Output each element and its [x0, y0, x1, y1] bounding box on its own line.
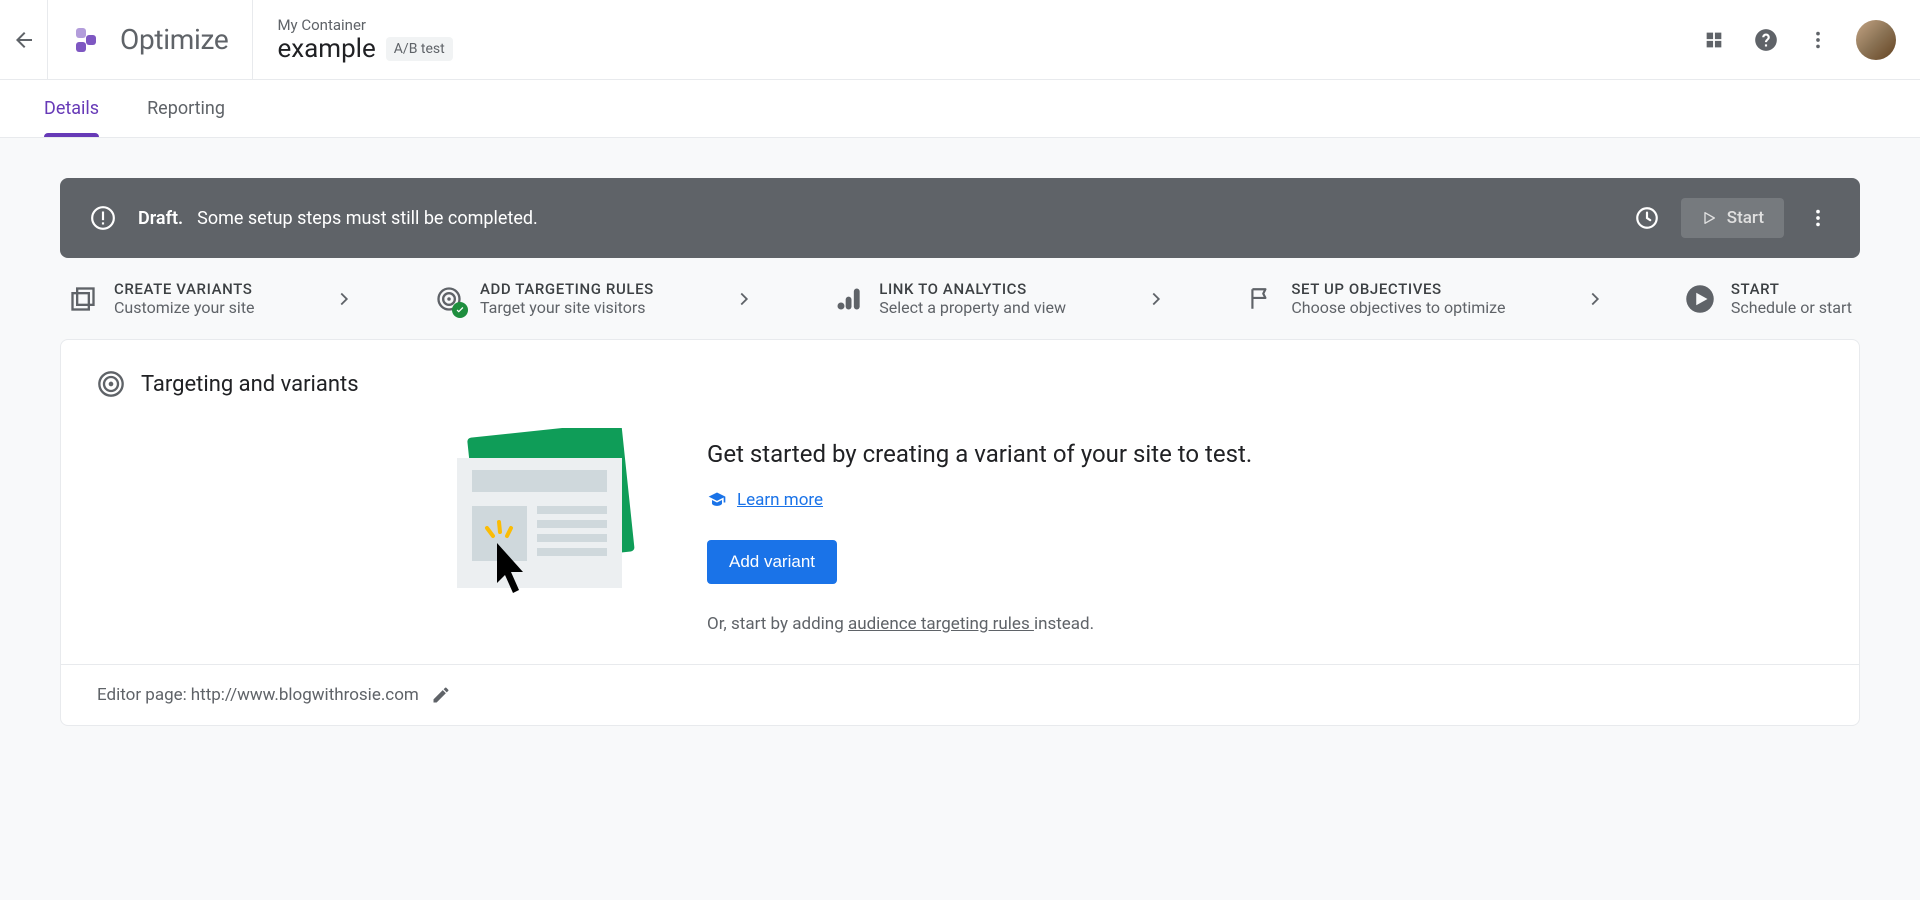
card-headline: Get started by creating a variant of you…	[707, 440, 1252, 468]
step-sub: Customize your site	[114, 298, 255, 317]
step-targeting-rules[interactable]: ADD TARGETING RULES Target your site vis…	[434, 280, 654, 317]
alert-icon	[88, 203, 118, 233]
learn-more-label: Learn more	[737, 490, 823, 510]
container-name[interactable]: My Container	[277, 16, 452, 34]
learn-more-link[interactable]: Learn more	[707, 490, 1252, 510]
step-title: CREATE VARIANTS	[114, 280, 255, 298]
main-content: Draft. Some setup steps must still be co…	[0, 138, 1920, 900]
variant-illustration	[437, 428, 637, 598]
chevron-right-icon	[1584, 288, 1606, 310]
step-start[interactable]: START Schedule or start	[1685, 280, 1852, 317]
target-icon	[434, 284, 464, 314]
target-icon	[97, 370, 125, 398]
editor-page-label: Editor page:	[97, 685, 187, 705]
clock-icon	[1634, 205, 1660, 231]
step-sub: Schedule or start	[1731, 298, 1852, 317]
editor-page-url: http://www.blogwithrosie.com	[191, 685, 419, 705]
alt-text: Or, start by adding audience targeting r…	[707, 614, 1252, 634]
variants-icon	[68, 284, 98, 314]
more-vert-icon	[1807, 207, 1829, 229]
step-title: START	[1731, 280, 1852, 298]
product-logo[interactable]: Optimize	[48, 0, 253, 80]
edit-editor-page-button[interactable]	[431, 685, 451, 705]
avatar[interactable]	[1856, 20, 1896, 60]
tab-details[interactable]: Details	[44, 80, 99, 137]
status-banner: Draft. Some setup steps must still be co…	[60, 178, 1860, 258]
chevron-right-icon	[333, 288, 355, 310]
product-name: Optimize	[120, 23, 228, 56]
card-footer: Editor page: http://www.blogwithrosie.co…	[61, 664, 1859, 725]
help-icon	[1753, 27, 1779, 53]
step-sub: Select a property and view	[879, 298, 1066, 317]
start-button[interactable]: Start	[1681, 198, 1784, 238]
checkmark-icon	[452, 302, 468, 318]
step-title: ADD TARGETING RULES	[480, 280, 654, 298]
chevron-right-icon	[1145, 288, 1167, 310]
banner-more-button[interactable]	[1804, 204, 1832, 232]
play-icon	[1701, 210, 1717, 226]
card-title: Targeting and variants	[141, 372, 359, 397]
targeting-card: Targeting and variants	[60, 339, 1860, 726]
step-link-analytics[interactable]: LINK TO ANALYTICS Select a property and …	[833, 280, 1066, 317]
setup-steps: CREATE VARIANTS Customize your site ADD …	[60, 258, 1860, 339]
step-sub: Choose objectives to optimize	[1291, 298, 1505, 317]
arrow-back-icon	[12, 28, 36, 52]
pencil-icon	[431, 685, 451, 705]
graduation-icon	[707, 490, 727, 510]
analytics-icon	[833, 284, 863, 314]
step-create-variants[interactable]: CREATE VARIANTS Customize your site	[68, 280, 255, 317]
tab-reporting[interactable]: Reporting	[147, 80, 225, 137]
card-header: Targeting and variants	[97, 370, 1823, 398]
add-variant-button[interactable]: Add variant	[707, 540, 837, 584]
experiment-name[interactable]: example	[277, 34, 375, 64]
step-sub: Target your site visitors	[480, 298, 654, 317]
apps-button[interactable]	[1700, 26, 1728, 54]
more-button[interactable]	[1804, 26, 1832, 54]
step-objectives[interactable]: SET UP OBJECTIVES Choose objectives to o…	[1245, 280, 1505, 317]
experiment-type-chip: A/B test	[386, 37, 453, 61]
app-header: Optimize My Container example A/B test	[0, 0, 1920, 80]
apps-icon	[1703, 29, 1725, 51]
step-title: SET UP OBJECTIVES	[1291, 280, 1505, 298]
breadcrumb: My Container example A/B test	[253, 16, 452, 64]
start-button-label: Start	[1727, 208, 1764, 228]
flag-icon	[1245, 284, 1275, 314]
optimize-icon	[72, 22, 108, 58]
tabs: Details Reporting	[0, 80, 1920, 138]
back-button[interactable]	[0, 0, 48, 80]
status-label: Draft.	[138, 208, 183, 229]
schedule-button[interactable]	[1633, 204, 1661, 232]
chevron-right-icon	[733, 288, 755, 310]
play-circle-icon	[1685, 284, 1715, 314]
status-message: Some setup steps must still be completed…	[197, 208, 538, 229]
help-button[interactable]	[1752, 26, 1780, 54]
step-title: LINK TO ANALYTICS	[879, 280, 1066, 298]
more-vert-icon	[1807, 29, 1829, 51]
audience-targeting-link[interactable]: audience targeting rules	[848, 614, 1034, 634]
header-actions	[1700, 20, 1896, 60]
